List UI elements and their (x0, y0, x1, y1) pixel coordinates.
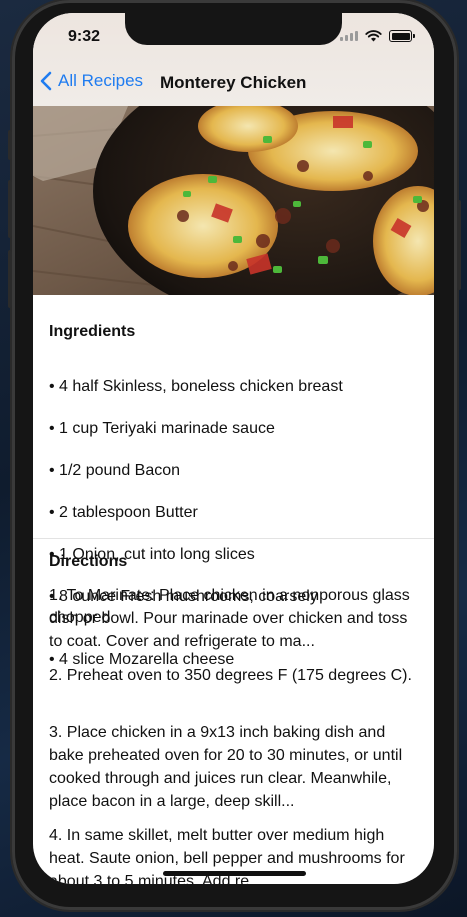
screen: 9:32 All Recipes Monterey Chicken Ingred… (33, 13, 434, 884)
directions-heading: Directions (49, 553, 128, 570)
chevron-left-icon (40, 71, 52, 91)
ingredient-item: • 2 tablespoon Butter (49, 504, 198, 521)
back-button[interactable]: All Recipes (40, 71, 143, 91)
ingredient-item: • 1 cup Teriyaki marinade sauce (49, 420, 275, 437)
volume-down-button (8, 250, 12, 308)
ingredient-item: • 1/2 pound Bacon (49, 462, 181, 479)
ingredient-item: • 4 half Skinless, boneless chicken brea… (49, 378, 343, 395)
recipe-photo (33, 106, 434, 295)
volume-up-button (8, 180, 12, 238)
power-button (457, 200, 461, 290)
page-title: Monterey Chicken (160, 73, 307, 92)
direction-step: 3. Place chicken in a 9x13 inch baking d… (49, 724, 403, 810)
wifi-icon (365, 30, 382, 42)
direction-step: 2. Preheat oven to 350 degrees F (175 de… (49, 667, 412, 684)
home-indicator[interactable] (163, 871, 306, 876)
back-button-label: All Recipes (58, 71, 144, 90)
status-time: 9:32 (68, 28, 101, 45)
section-divider (33, 538, 434, 539)
notch (125, 13, 342, 45)
navigation-header: 9:32 All Recipes Monterey Chicken (33, 13, 434, 106)
direction-step: 1. To Marinate: Place chicken in a nonpo… (49, 587, 410, 650)
battery-icon (389, 30, 415, 42)
cellular-signal-icon (340, 31, 358, 41)
status-icons (340, 30, 415, 42)
silent-switch (8, 130, 12, 160)
ingredients-heading: Ingredients (49, 323, 136, 340)
